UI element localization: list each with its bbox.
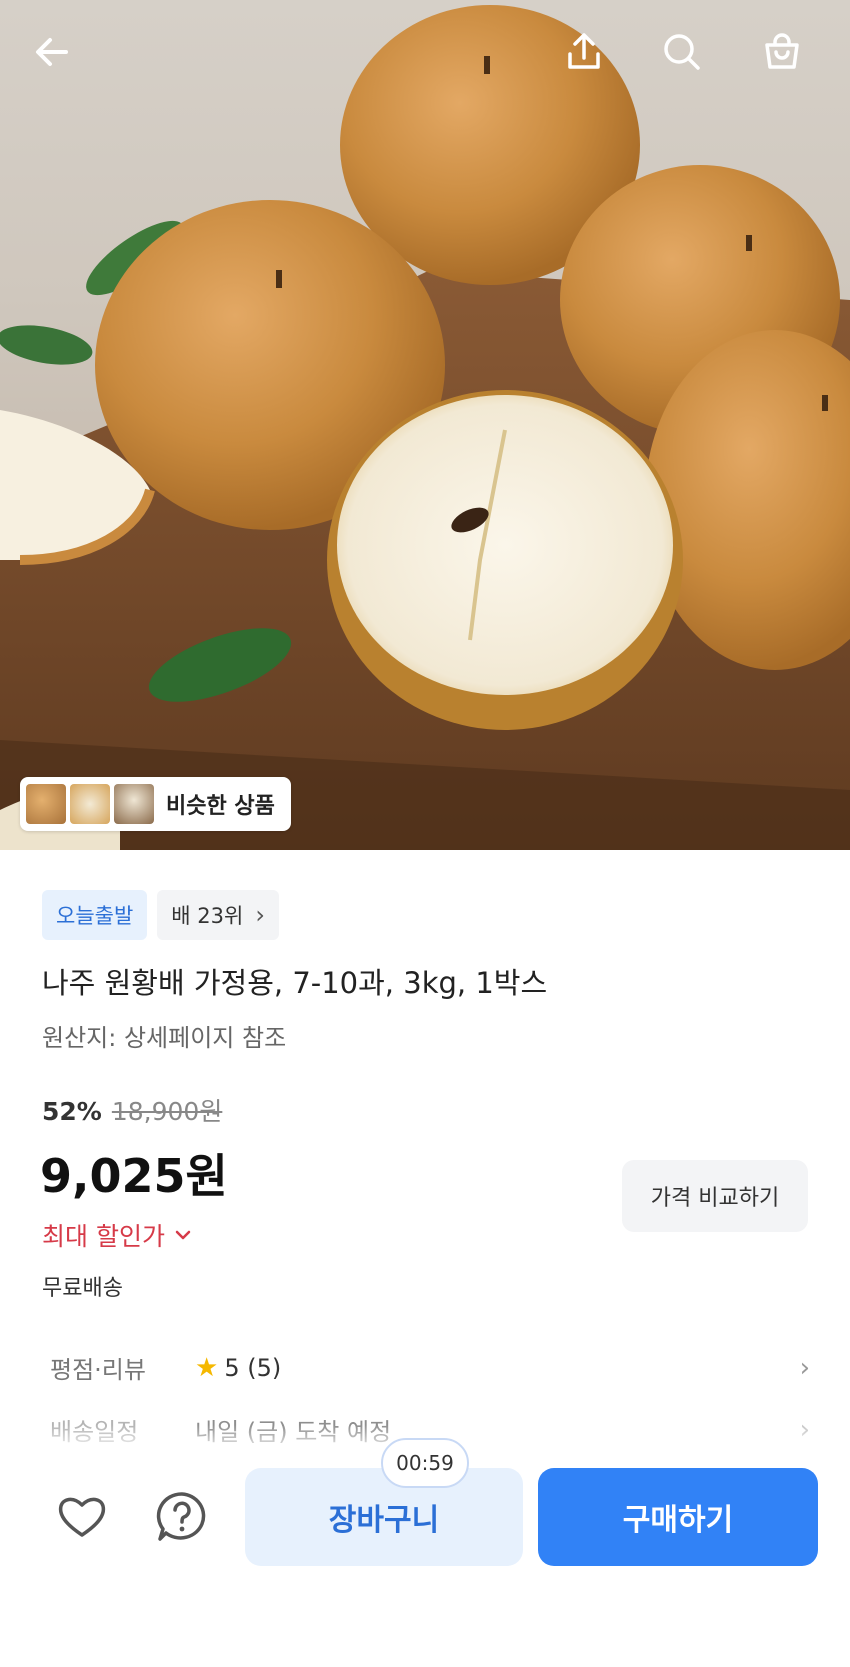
heart-icon bbox=[58, 1497, 106, 1537]
buy-now-button[interactable]: 구매하기 bbox=[538, 1468, 818, 1566]
countdown-timer: 00:59 bbox=[381, 1438, 469, 1488]
rank-label: 배 23위 bbox=[171, 904, 244, 928]
product-title: 나주 원황배 가정용, 7-10과, 3kg, 1박스 bbox=[42, 966, 548, 1000]
share-button[interactable] bbox=[562, 30, 618, 86]
rating-value: 5 (5) bbox=[224, 1353, 282, 1382]
star-icon: ★ bbox=[195, 1352, 219, 1383]
arrow-left-icon bbox=[36, 38, 68, 66]
inquiry-button[interactable] bbox=[150, 1485, 214, 1549]
wishlist-button[interactable] bbox=[50, 1485, 114, 1549]
shopping-bag-icon bbox=[765, 33, 799, 69]
question-icon bbox=[156, 1492, 206, 1541]
discount-row: 52% 18,900원 bbox=[42, 1092, 222, 1128]
rating-review-row[interactable]: 평점·리뷰 ★ 5 (5) › bbox=[50, 1350, 810, 1385]
search-icon bbox=[664, 34, 700, 70]
shipping-info: 무료배송 bbox=[42, 1276, 123, 1301]
max-discount-label: 최대 할인가 bbox=[42, 1222, 165, 1251]
discount-rate: 52% bbox=[42, 1097, 102, 1126]
today-shipping-badge: 오늘출발 bbox=[42, 890, 148, 940]
chevron-right-icon: › bbox=[255, 901, 265, 929]
product-origin: 원산지: 상세페이지 참조 bbox=[42, 1024, 287, 1052]
similar-thumb-3 bbox=[114, 784, 154, 824]
similar-thumb-2 bbox=[70, 784, 110, 824]
similar-products-label: 비슷한 상품 bbox=[166, 794, 275, 819]
pear-photo bbox=[0, 5, 850, 850]
category-rank-badge[interactable]: 배 23위 › bbox=[157, 890, 279, 940]
cart-button[interactable] bbox=[760, 30, 816, 86]
back-button[interactable] bbox=[30, 30, 86, 86]
rating-value-group: ★ 5 (5) bbox=[195, 1353, 281, 1383]
chevron-right-icon: › bbox=[799, 1352, 810, 1383]
rating-label: 평점·리뷰 bbox=[50, 1356, 146, 1384]
chevron-down-icon bbox=[175, 1230, 191, 1240]
similar-thumb-1 bbox=[26, 784, 66, 824]
search-button[interactable] bbox=[660, 30, 716, 86]
max-discount-toggle[interactable]: 최대 할인가 bbox=[42, 1217, 193, 1253]
original-price: 18,900원 bbox=[111, 1097, 223, 1126]
badge-row: 오늘출발 배 23위 › bbox=[42, 890, 279, 940]
similar-products-button[interactable]: 비슷한 상품 bbox=[20, 777, 291, 831]
share-icon bbox=[568, 33, 600, 69]
product-image[interactable]: 비슷한 상품 bbox=[0, 0, 850, 850]
price-compare-button[interactable]: 가격 비교하기 bbox=[622, 1160, 808, 1232]
add-to-cart-button[interactable]: 장바구니 bbox=[245, 1468, 523, 1566]
sale-price: 9,025원 bbox=[40, 1149, 228, 1203]
